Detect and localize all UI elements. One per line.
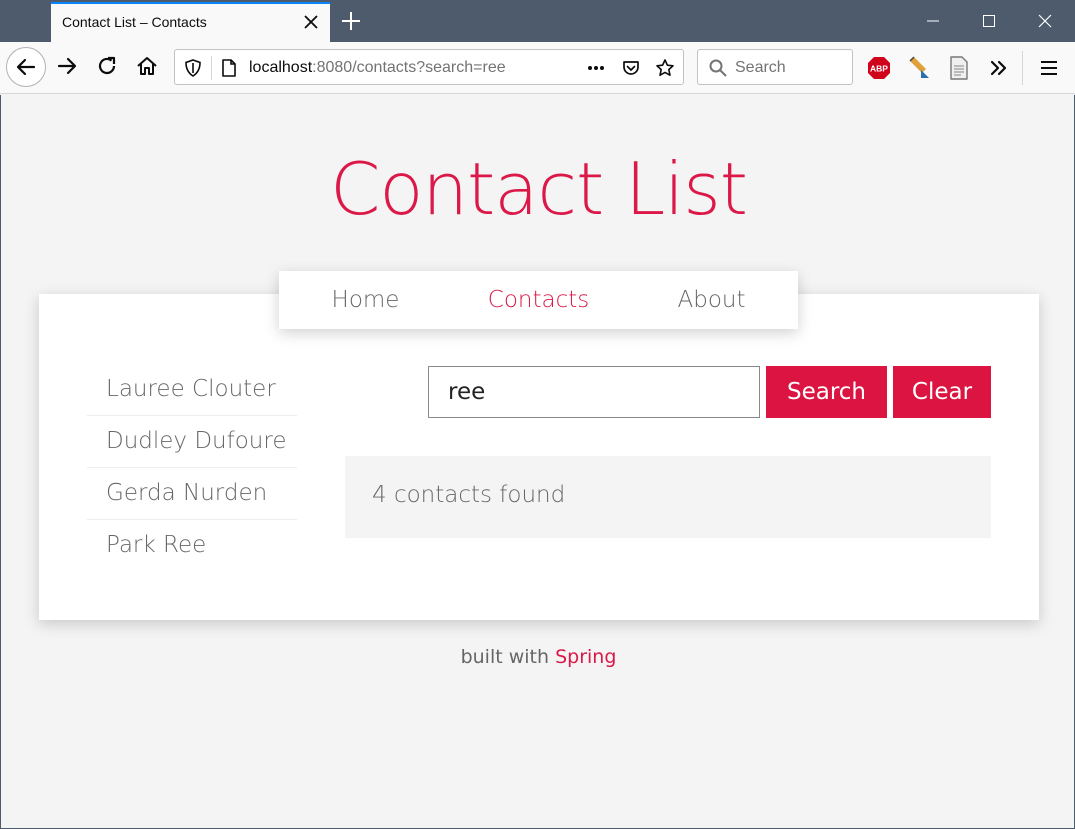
url-host: localhost bbox=[249, 59, 313, 76]
more-actions-icon[interactable] bbox=[586, 58, 606, 78]
footer: built with Spring bbox=[1, 646, 1075, 668]
svg-text:ABP: ABP bbox=[870, 64, 888, 74]
contact-search-input[interactable] bbox=[428, 366, 760, 418]
back-button[interactable] bbox=[6, 47, 46, 87]
tab-title: Contact List – Contacts bbox=[62, 14, 207, 30]
url-path: :8080/contacts?search=ree bbox=[312, 59, 506, 76]
home-icon bbox=[137, 57, 157, 75]
window-titlebar: Contact List – Contacts bbox=[0, 0, 1075, 42]
nav-about[interactable]: About bbox=[625, 271, 798, 329]
home-button[interactable] bbox=[129, 48, 165, 84]
adblock-plus-button[interactable]: ABP bbox=[867, 56, 891, 80]
nav-home[interactable]: Home bbox=[279, 271, 452, 329]
adblock-plus-icon: ABP bbox=[868, 57, 890, 79]
document-icon bbox=[950, 56, 968, 80]
url-bar[interactable]: localhost:8080/contacts?search=ree bbox=[174, 49, 684, 85]
search-button[interactable]: Search bbox=[766, 366, 887, 418]
contact-item[interactable]: Lauree Clouter bbox=[87, 364, 297, 416]
results-panel: 4 contacts found bbox=[345, 456, 991, 538]
toolbar-separator bbox=[1022, 51, 1023, 85]
menu-button[interactable] bbox=[1037, 56, 1061, 80]
page-icon[interactable] bbox=[219, 58, 239, 78]
minimize-button[interactable] bbox=[905, 0, 961, 42]
spring-link[interactable]: Spring bbox=[555, 646, 616, 668]
footer-text: built with bbox=[460, 646, 550, 668]
pocket-icon[interactable] bbox=[621, 58, 641, 78]
nav-contacts[interactable]: Contacts bbox=[452, 271, 625, 329]
maximize-icon bbox=[983, 15, 995, 27]
contact-list: Lauree Clouter Dudley Dufoure Gerda Nurd… bbox=[87, 364, 297, 572]
results-count: 4 contacts found bbox=[372, 482, 566, 508]
bookmark-star-icon[interactable] bbox=[655, 58, 675, 78]
search-icon bbox=[709, 59, 727, 77]
maximize-button[interactable] bbox=[961, 0, 1017, 42]
new-tab-icon[interactable] bbox=[338, 8, 364, 34]
close-window-button[interactable] bbox=[1017, 0, 1073, 42]
hamburger-icon bbox=[1041, 61, 1057, 75]
contact-item[interactable]: Gerda Nurden bbox=[87, 468, 297, 520]
contact-item[interactable]: Dudley Dufoure bbox=[87, 416, 297, 468]
forward-arrow-icon bbox=[57, 57, 77, 75]
site-nav: Home Contacts About bbox=[279, 271, 798, 329]
reload-button[interactable] bbox=[89, 48, 125, 84]
search-placeholder: Search bbox=[735, 59, 786, 76]
double-chevron-icon bbox=[990, 60, 1007, 76]
clear-button[interactable]: Clear bbox=[893, 366, 991, 418]
reader-view-button[interactable] bbox=[947, 56, 971, 80]
page-title: Contact List bbox=[330, 147, 748, 231]
page-content: Contact List Home Contacts About Lauree … bbox=[0, 95, 1075, 829]
browser-toolbar: localhost:8080/contacts?search=ree Searc… bbox=[0, 42, 1075, 94]
close-tab-icon[interactable] bbox=[302, 13, 320, 31]
back-arrow-icon bbox=[16, 58, 36, 76]
forward-button[interactable] bbox=[49, 48, 85, 84]
overflow-button[interactable] bbox=[987, 56, 1011, 80]
minimize-icon bbox=[927, 20, 939, 22]
shield-icon[interactable] bbox=[183, 58, 203, 78]
reload-icon bbox=[98, 56, 116, 75]
search-field[interactable]: Search bbox=[697, 49, 853, 85]
url-separator bbox=[211, 56, 212, 80]
contact-item[interactable]: Park Ree bbox=[87, 520, 297, 572]
close-icon bbox=[1038, 14, 1052, 28]
browser-tab[interactable]: Contact List – Contacts bbox=[51, 2, 330, 42]
pen-download-icon bbox=[909, 56, 929, 78]
url-text: localhost:8080/contacts?search=ree bbox=[249, 59, 506, 77]
extension-button[interactable] bbox=[907, 56, 931, 80]
